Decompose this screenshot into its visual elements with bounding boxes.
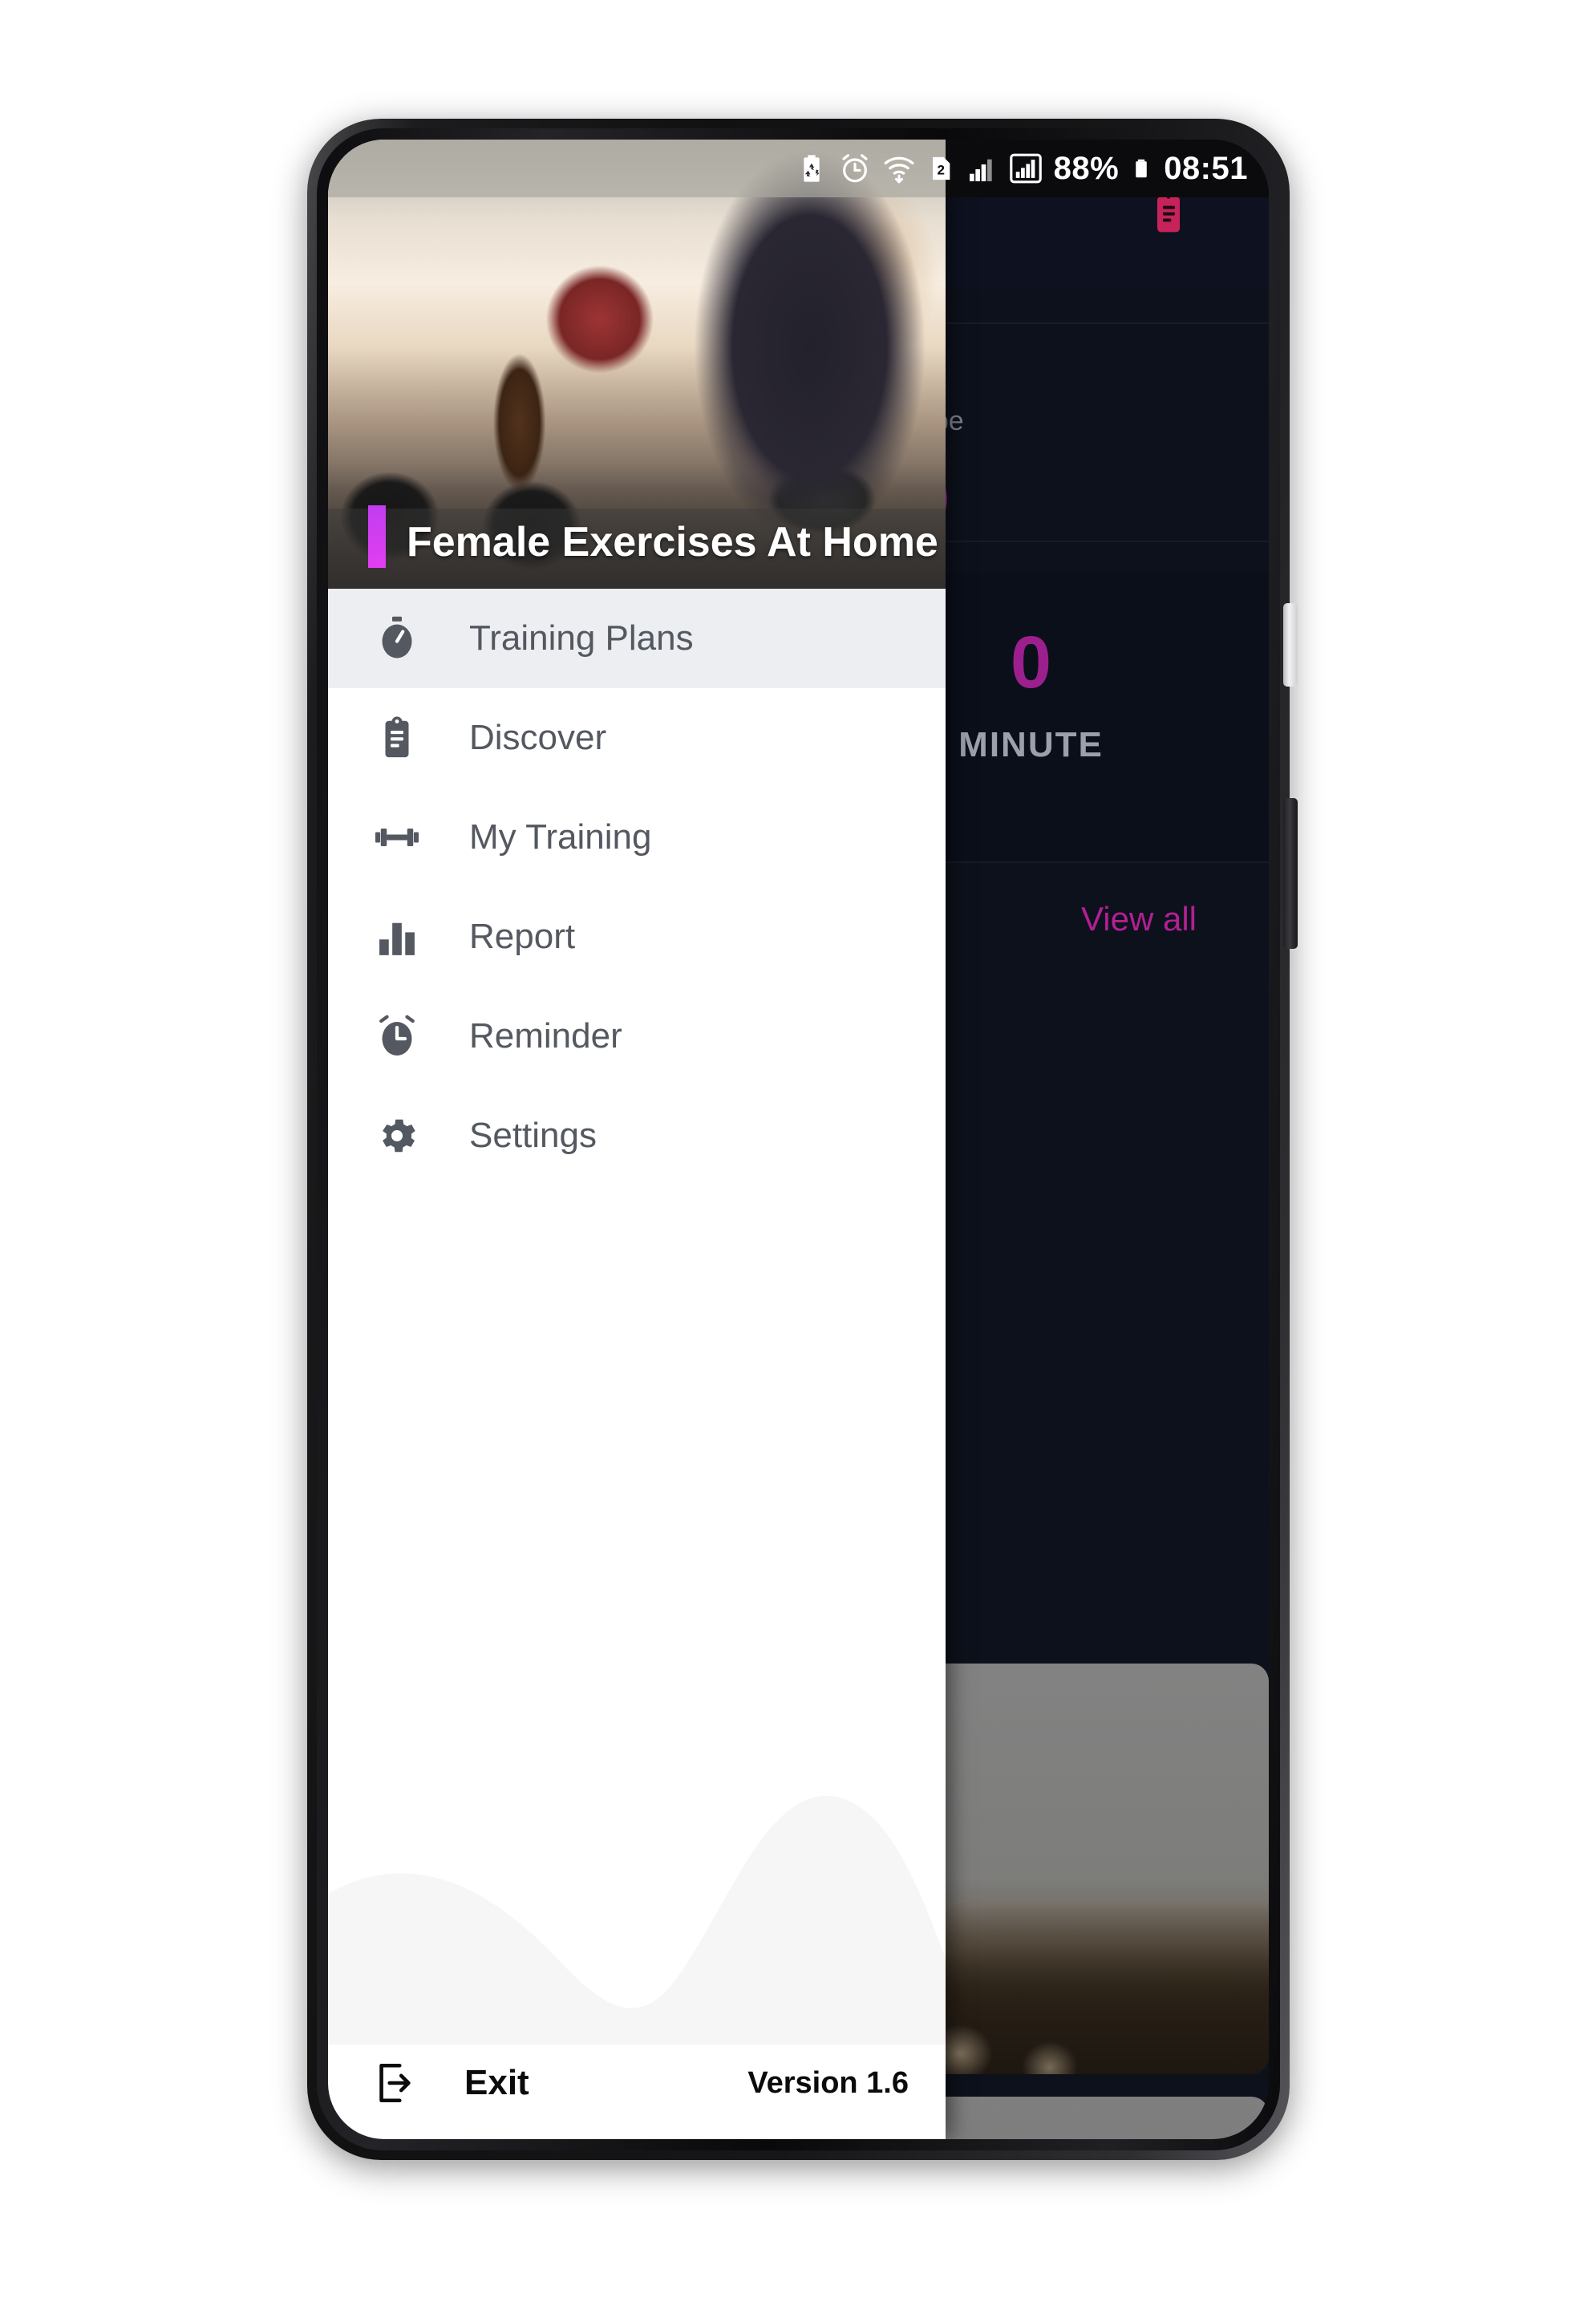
clipboard-icon[interactable] [1146,186,1191,241]
drawer-header-image: Female Exercises At Home [328,140,946,589]
app-viewport: me shape 0 MINUTE [328,140,1269,2139]
sidebar-item-my-training[interactable]: My Training [328,788,946,887]
sidebar-item-reminder[interactable]: Reminder [328,987,946,1086]
exit-label[interactable]: Exit [464,2063,529,2103]
volume-rocker[interactable] [1283,798,1298,949]
sidebar-item-label: Report [469,917,576,956]
sidebar-item-label: Settings [469,1116,597,1155]
sidebar-item-label: Discover [469,718,607,757]
bar-chart-icon [371,911,423,962]
sidebar-item-report[interactable]: Report [328,887,946,987]
power-button[interactable] [1283,603,1298,687]
alarm-clock-icon [371,1011,423,1062]
sidebar-item-discover[interactable]: Discover [328,688,946,788]
navigation-drawer[interactable]: Female Exercises At Home Training Plans … [328,140,946,2139]
sidebar-item-training-plans[interactable]: Training Plans [328,589,946,688]
background-divider [889,861,1269,863]
view-all-link[interactable]: View all [1081,900,1197,938]
card-image [891,1901,1269,2074]
exit-icon[interactable] [371,2060,418,2106]
phone-device-frame: me shape 0 MINUTE [307,119,1290,2160]
gear-icon [371,1110,423,1161]
drawer-menu-list: Training Plans Discover My Training Repo… [328,589,946,1185]
sidebar-item-label: Reminder [469,1016,622,1056]
wave-decoration [328,1795,946,2045]
dumbbell-icon [371,812,423,863]
app-title: Female Exercises At Home [407,519,938,565]
version-label: Version 1.6 [747,2065,909,2100]
title-accent-bar [368,505,386,568]
sidebar-item-label: My Training [469,817,652,857]
sidebar-item-settings[interactable]: Settings [328,1086,946,1185]
clipboard-icon [371,712,423,764]
sidebar-item-label: Training Plans [469,618,694,658]
workout-card-thumbnail[interactable] [891,1664,1269,2074]
background-stat-card[interactable]: 0 MINUTE [889,573,1269,861]
drawer-footer: Exit Version 1.6 [328,2027,946,2139]
background-divider [905,322,1269,324]
background-divider [889,541,1269,542]
workout-card-thumbnail[interactable] [891,2097,1269,2139]
stopwatch-icon [371,613,423,664]
device-screen: me shape 0 MINUTE [328,140,1269,2139]
